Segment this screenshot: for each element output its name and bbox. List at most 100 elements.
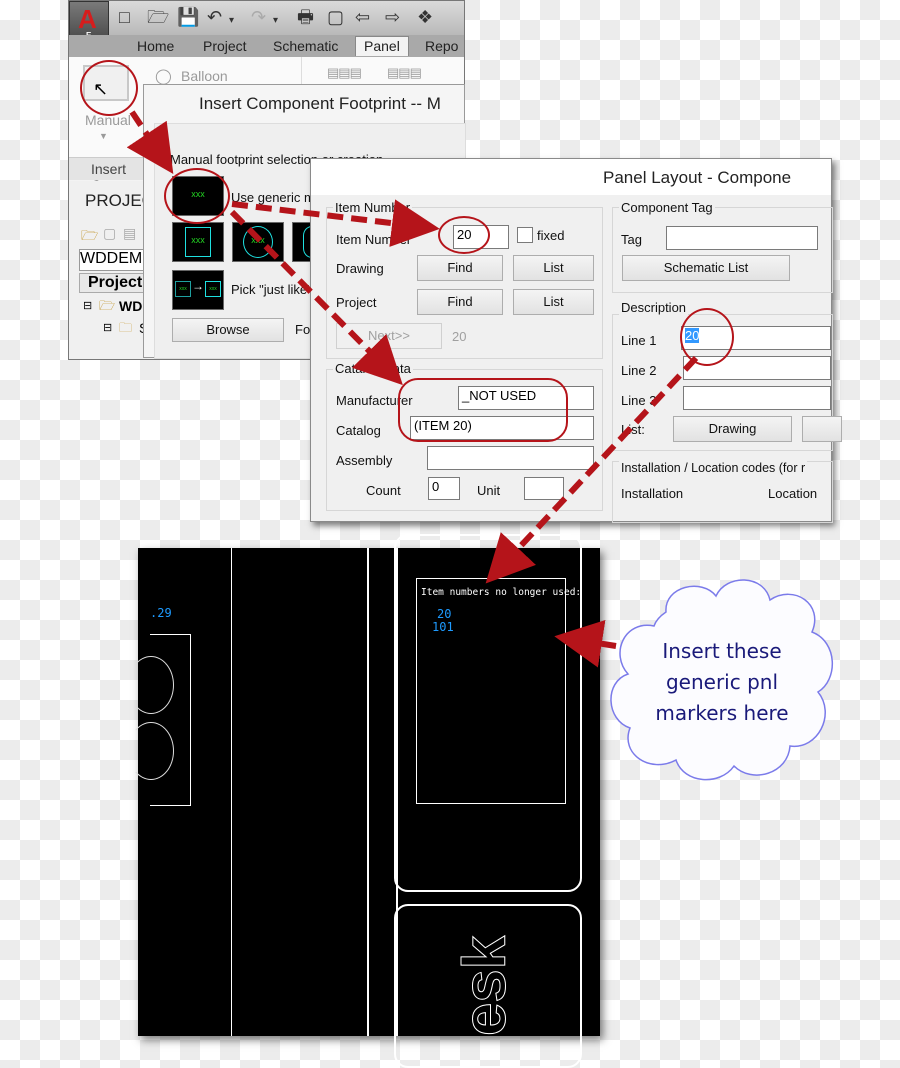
folder-icon: 🗀 [119,320,133,335]
callout-text: Insert these generic pnl markers here [606,636,838,729]
next-item-number: 20 [452,329,467,344]
redo-dropdown-icon[interactable]: ▾ [273,11,278,31]
undo-icon[interactable]: ↶ [207,7,222,27]
cad-arc [128,656,174,714]
description-group-label: Description [619,300,689,315]
dialog-titlebar: Panel Layout - Compone [311,159,831,195]
unit-input[interactable] [524,477,564,500]
tab-home[interactable]: Home [137,38,174,54]
browse-button[interactable]: Browse [172,318,284,342]
cad-line [231,548,232,1036]
project-dropdown-value: WDDEM [80,250,143,267]
schematic-list-button[interactable]: Schematic List [622,255,790,281]
dialog-title: Insert Component Footprint -- M [199,94,441,113]
new-icon[interactable]: □ [119,7,130,27]
project-manager-palette: PROJEC 🗁 ▢ ▤ WDDEM Project ⊟ 🗁 WD ⊟ 🗀 S [69,181,154,359]
dialog-title: Panel Layout - Compone [603,168,792,187]
tree-item-project[interactable]: WD [119,298,142,314]
use-generic-marker-label: Use generic m [231,190,315,205]
description-project-button[interactable] [802,416,842,442]
undo-dropdown-icon[interactable]: ▾ [229,11,234,31]
tag-input[interactable] [666,226,818,250]
project-folder-icon: 🗁 [99,298,116,313]
back-icon[interactable]: ⇦ [355,7,370,27]
quick-access-toolbar: □ 🗁 💾 ↶ ▾ ↷ ▾ 🖶 ▢ ⇦ ⇨ ❖ [69,1,464,35]
drawing-label: Drawing [336,261,384,276]
generic-box-thumbnail[interactable]: xxx [172,222,224,262]
find-label: Find [447,294,473,309]
tab-project[interactable]: Project [203,38,247,54]
collapse-icon[interactable]: ⊟ [83,299,92,312]
ribbon-tabs: Home Project Schematic Panel Repo [69,35,464,57]
sheet-icon[interactable]: ▢ [327,7,344,27]
callout-line: generic pnl [665,670,779,694]
drawing-find-button[interactable]: Find [417,255,503,281]
component-tag-group-label: Component Tag [619,200,715,215]
balloon-icon[interactable]: ◯ [155,67,172,85]
project-dropdown[interactable]: WDDEM [79,249,149,271]
open-project-icon[interactable]: 🗁 [81,225,98,249]
tab-reports[interactable]: Repo [425,38,458,54]
tree-icon[interactable]: ❖ [417,7,433,27]
location-label: Location [768,486,818,501]
highlight-ring [438,216,490,254]
highlight-rounded-box [398,378,568,442]
fixed-label: fixed [537,228,565,243]
next-button[interactable]: Next>> [336,323,442,349]
description-drawing-button[interactable]: Drawing [673,416,792,442]
collapse-icon[interactable]: ⊟ [103,321,112,334]
project-label: Project [336,295,377,310]
open-icon[interactable]: 🗁 [147,7,169,27]
terminal-strip-icon[interactable]: ▤▤▤ [387,65,422,81]
component-tag-fragment[interactable]: .29 [150,606,172,620]
unused-items-box: Item numbers no longer used: 20 101 [416,578,581,804]
balloon-button[interactable]: Balloon [181,68,228,84]
redo-icon[interactable]: ↷ [251,7,266,27]
callout-cloud: Insert these generic pnl markers here [606,570,838,785]
tag-label: Tag [621,232,642,247]
project-tasks-icon[interactable]: ▤ [123,225,136,242]
next-label: Next>> [368,328,410,343]
fixed-checkbox[interactable] [517,227,533,243]
pick-just-like-label: Pick "just like" [231,282,312,297]
unused-item-number[interactable]: 101 [432,620,454,634]
line1-label: Line 1 [621,333,657,348]
forward-icon[interactable]: ⇨ [385,7,400,27]
generic-circle-thumbnail[interactable]: xxx [232,222,284,262]
assembly-input[interactable] [427,446,594,470]
unused-item-number[interactable]: 20 [437,607,451,621]
thumb-text: xxx [191,235,205,245]
tab-schematic[interactable]: Schematic [273,38,338,54]
callout-line: Insert these [662,639,782,663]
new-project-icon[interactable]: ▢ [103,225,116,242]
schematic-list-label: Schematic List [663,260,749,275]
line2-label: Line 2 [621,363,657,378]
chevron-down-icon[interactable]: ▼ [99,131,108,141]
ribbon-panel-label: Insert Co [69,158,147,193]
count-value: 0 [432,479,440,494]
project-find-button[interactable]: Find [417,289,503,315]
save-icon[interactable]: 💾 [177,7,199,27]
item-number-label: Item Number [336,232,412,247]
plot-icon[interactable]: 🖶 [297,7,314,27]
terminal-strip-icon[interactable]: ▤▤▤ [327,65,362,81]
project-list-button[interactable]: List [513,289,594,315]
tree-header-label: Project [88,274,143,291]
browse-button-label: Browse [206,322,250,337]
count-input[interactable]: 0 [428,477,460,500]
cad-drawing-area[interactable]: .29 Item numbers no longer used: 20 101 … [128,534,600,1068]
line3-input[interactable] [683,386,831,410]
footprint-label: Fo [295,322,311,337]
tab-panel[interactable]: Panel [355,36,409,56]
drawing-list-button[interactable]: List [513,255,594,281]
autodesk-logo-text: esk [451,935,519,1036]
item-number-group-label: Item Number [333,200,413,215]
catalog-data-group-label: Catalog Data [333,361,413,376]
list-label: List: [621,422,645,437]
cad-arc [128,722,174,780]
assembly-label: Assembly [336,453,393,468]
cad-logo-panel: esk [394,904,582,1068]
unit-label: Unit [477,483,501,498]
pick-just-like-thumbnail[interactable]: xxx → xxx [172,270,224,310]
list-label: List [543,294,564,309]
